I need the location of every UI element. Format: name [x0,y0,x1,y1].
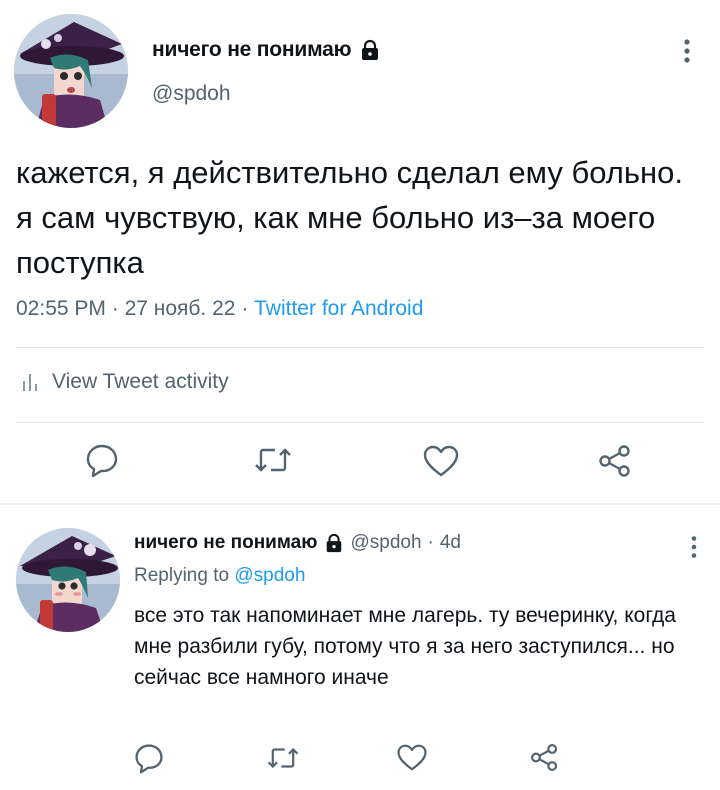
more-icon[interactable] [688,535,700,559]
tweet-age[interactable]: 4d [440,532,461,554]
replying-to: Replying to @spdoh [134,565,305,587]
tweet-text: кажется, я действительно сделал ему боль… [16,155,683,280]
meta-separator: · [111,297,125,320]
reply-header: ничего не понимаю @spdoh · 4d [134,532,461,554]
tweet-actions [0,440,720,484]
reply-icon[interactable] [84,442,120,483]
tweet-date[interactable]: 27 нояб. 22 [125,297,236,320]
main-tweet: ничего не понимаю @spdoh кажется, я дейс… [0,0,720,503]
divider [16,347,704,348]
share-icon[interactable] [598,444,632,483]
more-icon[interactable] [680,38,694,64]
meta-separator: · [241,297,255,320]
activity-label[interactable]: View Tweet activity [52,370,229,394]
handle[interactable]: @spdoh [350,532,421,554]
retweet-icon[interactable] [253,444,293,481]
display-name-text[interactable]: ничего не понимаю [152,38,352,62]
view-activity-link[interactable]: View Tweet activity [22,370,229,394]
tweet-separator [0,503,720,505]
reply-text: все это так напоминает мне лагерь. ту ве… [134,604,676,689]
display-name[interactable]: ничего не понимаю [152,38,381,62]
like-icon[interactable] [422,444,460,483]
replying-to-handle[interactable]: @spdoh [234,565,305,586]
avatar[interactable] [14,14,128,128]
like-icon[interactable] [396,743,428,777]
avatar[interactable] [16,528,120,632]
divider [16,422,704,423]
analytics-icon [23,374,37,391]
display-name-text[interactable]: ничего не понимаю [134,532,317,554]
tweet-source[interactable]: Twitter for Android [254,297,423,320]
handle[interactable]: @spdoh [152,82,231,106]
retweet-icon[interactable] [266,744,300,777]
tweet-time[interactable]: 02:55 PM [16,297,106,320]
meta-separator: · [427,532,434,553]
lock-icon [324,533,344,553]
lock-icon [359,39,381,61]
reply-icon[interactable] [133,742,165,779]
replying-prefix: Replying to [134,565,230,586]
tweet-meta: 02:55 PM · 27 нояб. 22 · Twitter for And… [16,297,423,321]
share-icon[interactable] [530,743,559,777]
reply-actions [0,740,720,780]
